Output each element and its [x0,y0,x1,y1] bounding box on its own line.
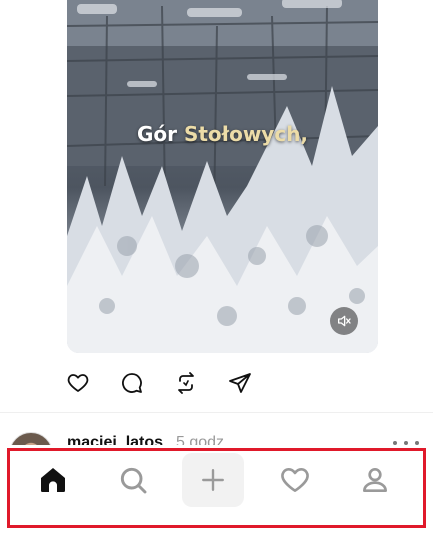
video-frame-image [67,0,378,353]
share-button[interactable] [228,371,252,395]
nav-search[interactable] [102,453,164,507]
post-divider [0,412,433,413]
nav-home[interactable] [22,453,84,507]
caption-accent-text: Stołowych, [183,122,309,146]
send-icon [229,373,251,393]
comment-bubble-icon [122,373,142,393]
video-caption: Gór Stołowych, [67,122,378,146]
nav-profile[interactable] [344,453,406,507]
heart-icon [281,468,309,492]
like-button[interactable] [66,371,90,395]
nav-activity[interactable] [264,453,326,507]
repost-button[interactable] [174,371,198,395]
search-icon [120,467,147,494]
speaker-muted-icon [338,315,351,327]
heart-icon [67,374,89,392]
home-icon [41,468,65,492]
repost-icon [178,372,194,394]
plus-icon [202,469,224,491]
bottom-nav [0,445,433,553]
comment-button[interactable] [120,371,144,395]
nav-new-post[interactable] [182,453,244,507]
post-actions [66,371,252,395]
post-video[interactable]: Gór Stołowych, [67,0,378,353]
mute-button[interactable] [330,307,358,335]
person-icon [363,468,387,492]
caption-text: Gór [136,122,184,146]
